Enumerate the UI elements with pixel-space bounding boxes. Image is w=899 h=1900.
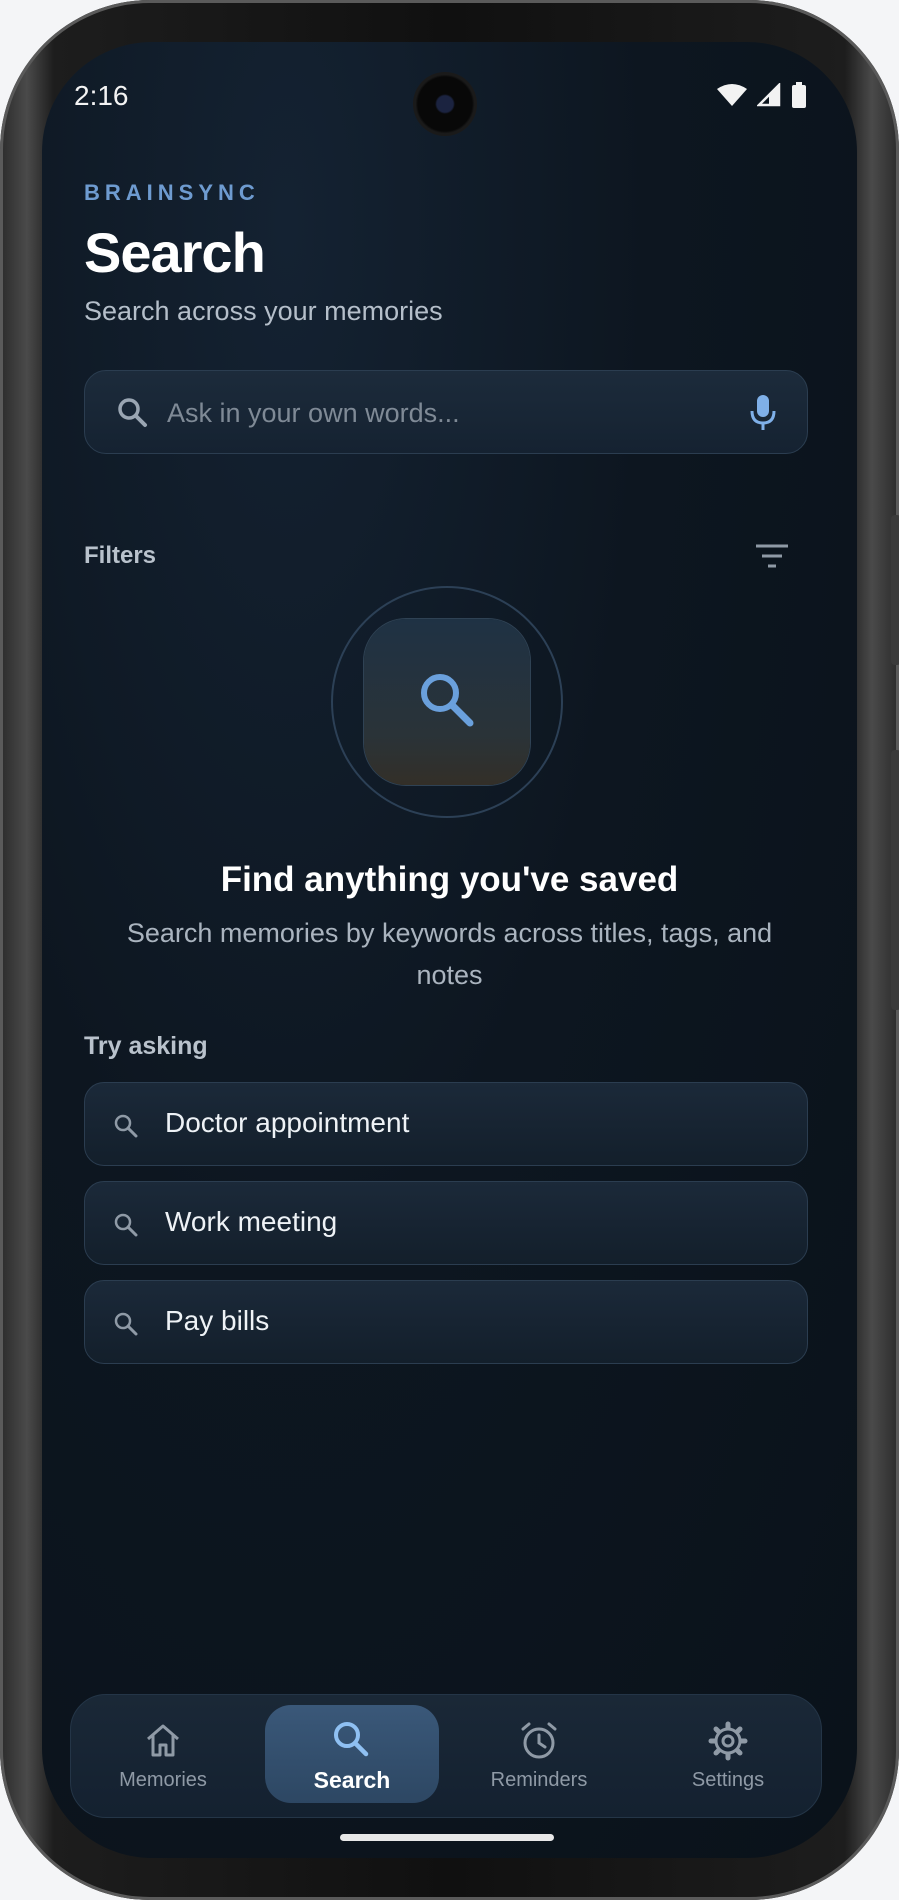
empty-state-illustration xyxy=(364,619,530,785)
search-icon xyxy=(421,674,474,727)
search-icon xyxy=(114,1114,138,1138)
status-bar: 2:16 xyxy=(42,42,857,152)
status-time: 2:16 xyxy=(74,80,129,111)
nav-label: Memories xyxy=(119,1769,207,1791)
search-icon xyxy=(114,1312,138,1336)
suggestion-text: Doctor appointment xyxy=(165,1107,410,1138)
app-screen: 2:16 BRAINSYNC Search Search across your… xyxy=(42,42,857,1858)
nav-item-search[interactable]: Search xyxy=(265,1705,439,1803)
nav-label: Settings xyxy=(691,1769,765,1791)
search-icon xyxy=(334,1722,369,1757)
home-icon xyxy=(147,1724,179,1757)
suggestion-chip[interactable]: Work meeting xyxy=(84,1181,808,1265)
front-camera xyxy=(413,72,477,136)
nav-label: Reminders xyxy=(490,1769,588,1791)
power-button xyxy=(891,750,899,1010)
suggestion-text: Work meeting xyxy=(165,1206,338,1237)
suggestion-chip[interactable]: Doctor appointment xyxy=(84,1082,808,1166)
empty-state-title: Find anything you've saved xyxy=(220,860,679,899)
bottom-navigation: Memories Search Reminders Settings xyxy=(70,1694,822,1818)
cellular-signal-icon xyxy=(757,83,781,107)
battery-icon xyxy=(792,82,806,108)
alarm-clock-icon xyxy=(521,1722,557,1759)
wifi-icon xyxy=(717,84,747,106)
try-asking-label: Try asking xyxy=(84,1032,208,1060)
home-indicator[interactable] xyxy=(340,1834,554,1841)
gear-icon xyxy=(708,1721,748,1761)
nav-label: Search xyxy=(313,1767,391,1793)
page-subtitle: Search across your memories xyxy=(84,296,443,326)
phone-frame: 2:16 BRAINSYNC Search Search across your… xyxy=(0,0,899,1900)
volume-button xyxy=(891,515,899,665)
microphone-icon[interactable] xyxy=(749,393,777,433)
search-input[interactable] xyxy=(167,391,727,435)
suggestion-chip[interactable]: Pay bills xyxy=(84,1280,808,1364)
search-icon xyxy=(114,1213,138,1237)
status-icons xyxy=(717,82,807,108)
suggestion-text: Pay bills xyxy=(165,1305,270,1336)
nav-item-reminders[interactable]: Reminders xyxy=(453,1695,625,1819)
empty-state-description: Search memories by keywords across title… xyxy=(126,918,773,990)
search-icon xyxy=(118,398,147,427)
page-title: Search xyxy=(84,221,266,284)
filter-icon[interactable] xyxy=(754,542,790,572)
nav-item-memories[interactable]: Memories xyxy=(77,1695,249,1819)
filters-label: Filters xyxy=(84,542,157,569)
nav-item-settings[interactable]: Settings xyxy=(642,1695,814,1819)
app-brand: BRAINSYNC xyxy=(84,180,260,205)
search-bar[interactable] xyxy=(84,370,808,454)
